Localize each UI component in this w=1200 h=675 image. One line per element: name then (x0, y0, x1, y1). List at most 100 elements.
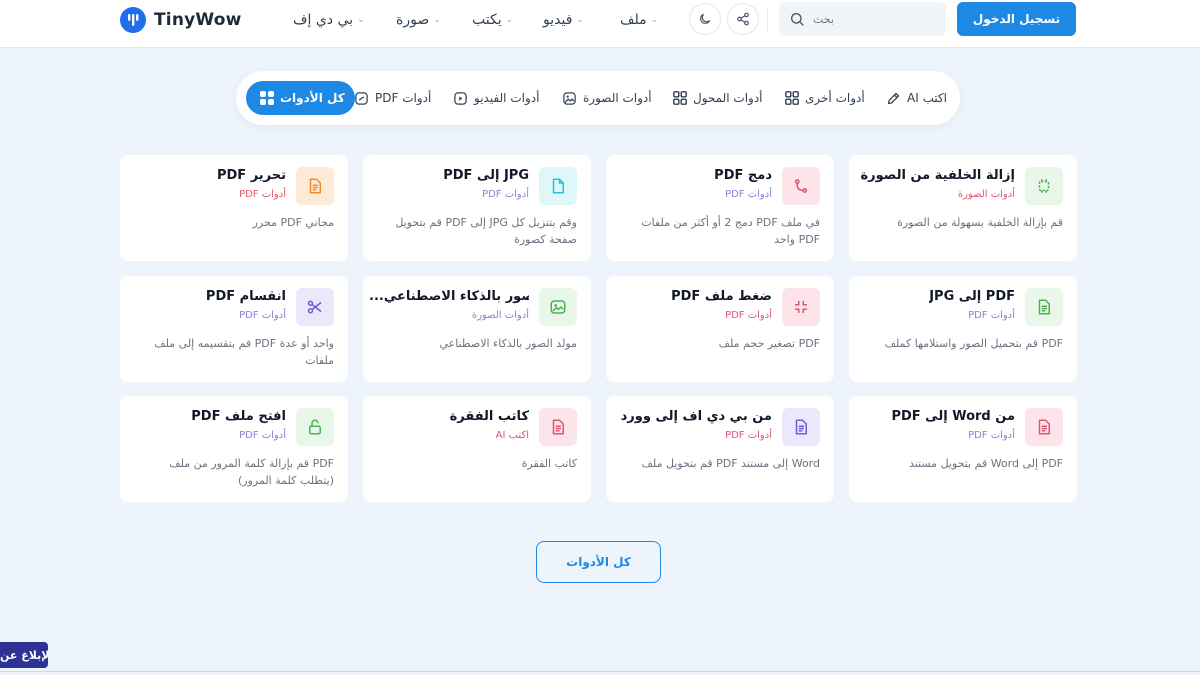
tool-card-title: PDF ضغط ملف (671, 289, 772, 304)
chevron-down-icon: ⌄ (650, 15, 659, 25)
scissors-icon (296, 288, 334, 326)
tool-card-title: إزالة الخلفية من الصورة (860, 168, 1015, 183)
nav-label: فيديو (543, 12, 573, 28)
tool-card-description: Word إلى مستند PDF قم بتحويل ملف (641, 457, 820, 470)
document-icon (782, 408, 820, 446)
tool-card[interactable]: كاتب الفقرة AI اكتب كاتب الفقرة (363, 396, 591, 502)
tool-card[interactable]: PDF إلى Word من PDF أدوات PDF إلى Word قم … (849, 396, 1077, 502)
tool-card-title: PDF إلى Word من (891, 409, 1015, 424)
chevron-down-icon: ⌄ (357, 15, 365, 25)
moon-icon (700, 13, 711, 24)
nav-item-video[interactable]: فيديو ⌄ (543, 8, 584, 32)
tool-card-title: JPG إلى PDF (929, 289, 1015, 304)
nav-item-file[interactable]: ملف ⌄ (620, 8, 658, 32)
tab-video-tools[interactable]: أدوات الفيديو (453, 81, 539, 115)
tool-card-description: PDF تصغير حجم ملف (718, 337, 820, 350)
login-button[interactable]: تسجيل الدخول (957, 2, 1076, 36)
tool-card-description: PDF إلى Word قم بتحويل مستند (908, 457, 1063, 470)
grid-icon (785, 91, 799, 105)
tool-card[interactable]: PDF تحرير PDF أدوات مجاني PDF محرر (120, 155, 348, 261)
tool-card-description: كاتب الفقرة (521, 457, 577, 470)
tool-card-description: في ملف PDF دمج 2 أو أكثر من ملفات PDF وا… (641, 216, 820, 246)
tool-card-title: كاتب الفقرة (449, 409, 529, 424)
video-icon (454, 91, 467, 105)
tab-label: أدوات الصورة (583, 91, 652, 105)
tool-card[interactable]: ...لصور بالذكاء الاصطناعي أدوات الصورة مول… (363, 276, 591, 382)
all-tools-button[interactable]: كل الأدوات (536, 541, 661, 583)
tool-card-category: أدوات الصورة (471, 310, 529, 321)
document-icon (539, 408, 577, 446)
pencil-icon (887, 92, 900, 104)
tool-card[interactable]: من بي دي اف إلى وورد PDF أدوات Word إلى مس… (606, 396, 834, 502)
tab-all-tools[interactable]: كل الأدوات (246, 81, 355, 115)
tool-card-description: قم بإزالة الخلفية بسهولة من الصورة (897, 216, 1063, 229)
document-icon (1025, 408, 1063, 446)
tab-label: كل الأدوات (280, 91, 345, 105)
tool-card[interactable]: إزالة الخلفية من الصورة أدوات الصورة قم بإ… (849, 155, 1077, 261)
tool-card-description: PDF قم بتحميل الصور واستلامها كملف (884, 337, 1063, 350)
tab-converter-tools[interactable]: أدوات المحول (673, 81, 763, 115)
report-button[interactable]: الإبلاغ عن (0, 642, 48, 668)
tool-card-description: وقم بتنزيل كل JPG إلى PDF قم بتحويل صفحة… (395, 216, 577, 246)
chevron-down-icon: ⌄ (505, 15, 514, 25)
tab-other-tools[interactable]: أدوات أخرى (785, 81, 865, 115)
nav-label: ملف (620, 12, 647, 28)
tool-card-title: PDF افتح ملف (191, 409, 286, 424)
tool-card-title: PDF دمج (714, 168, 772, 183)
nav-label: بي دي إف (293, 12, 354, 28)
search-box[interactable] (779, 2, 946, 36)
tool-card-category: أدوات الصورة (957, 189, 1015, 200)
tool-card-description: واحد أو عدة PDF قم بتقسيمه إلى ملف ملفات (154, 337, 334, 367)
pdf-icon (355, 91, 368, 105)
logo[interactable]: TinyWow (120, 6, 242, 34)
tool-card[interactable]: PDF انقسام PDF أدوات واحد أو عدة PDF قم بت… (120, 276, 348, 382)
tab-label: PDF أدوات (375, 91, 432, 105)
tab-image-tools[interactable]: أدوات الصورة (562, 81, 652, 115)
top-header: TinyWow بي دي إف ⌄ صورة ⌄ يكتب ⌄ فيديو ⌄… (0, 0, 1200, 48)
tab-pdf-tools[interactable]: PDF أدوات (354, 81, 431, 115)
tool-card[interactable]: PDF ضغط ملف PDF أدوات PDF تصغير حجم ملف (606, 276, 834, 382)
nav-label: صورة (396, 12, 430, 28)
tab-ai-write[interactable]: AI اكتب (886, 81, 947, 115)
tool-card[interactable]: PDF إلى JPG PDF أدوات وقم بتنزيل كل JPG إل… (363, 155, 591, 261)
search-icon (791, 13, 804, 26)
document-icon (296, 167, 334, 205)
category-tabs: كل الأدوات PDF أدوات أدوات الفيديو أدوات… (236, 71, 960, 125)
header-divider (767, 8, 768, 32)
tool-card-category: PDF أدوات (239, 430, 286, 441)
tool-card-description: مجاني PDF محرر (252, 216, 334, 229)
share-button[interactable] (727, 3, 759, 35)
tool-card-title: من بي دي اف إلى وورد (620, 409, 772, 424)
share-icon (737, 12, 749, 26)
chevron-down-icon: ⌄ (576, 15, 584, 25)
tool-card[interactable]: PDF افتح ملف PDF أدوات PDF قم بإزالة كلمة … (120, 396, 348, 502)
unlock-icon (296, 408, 334, 446)
grid-icon (260, 91, 274, 105)
search-input[interactable] (813, 12, 923, 26)
tool-card-category: PDF أدوات (482, 189, 529, 200)
logo-icon (120, 7, 146, 33)
dark-mode-toggle[interactable] (689, 3, 721, 35)
tool-card-category: PDF أدوات (968, 430, 1015, 441)
grid-icon (673, 91, 687, 105)
document-icon (1025, 288, 1063, 326)
tool-card-title: PDF انقسام (205, 289, 286, 304)
tab-label: أدوات الفيديو (474, 91, 540, 105)
nav-item-image[interactable]: صورة ⌄ (396, 8, 441, 32)
tool-card-category: PDF أدوات (239, 310, 286, 321)
file-icon (539, 167, 577, 205)
remove-bg-icon (1025, 167, 1063, 205)
tab-label: AI اكتب (907, 91, 948, 105)
nav-item-pdf[interactable]: بي دي إف ⌄ (293, 8, 365, 32)
tab-label: أدوات المحول (693, 91, 763, 105)
tool-card[interactable]: PDF دمج PDF أدوات في ملف PDF دمج 2 أو أكثر… (606, 155, 834, 261)
tool-card-title: PDF إلى JPG (443, 168, 529, 183)
tab-label: أدوات أخرى (805, 91, 865, 105)
tool-card-title: PDF تحرير (216, 168, 286, 183)
chevron-down-icon: ⌄ (433, 15, 441, 25)
tool-card-category: PDF أدوات (968, 310, 1015, 321)
tool-card-description: PDF قم بإزالة كلمة المرور من ملف (يتطلب … (169, 457, 334, 487)
tool-card[interactable]: JPG إلى PDF PDF أدوات PDF قم بتحميل الصور … (849, 276, 1077, 382)
nav-item-write[interactable]: يكتب ⌄ (472, 8, 513, 32)
tool-card-title: ...لصور بالذكاء الاصطناعي (369, 289, 529, 304)
